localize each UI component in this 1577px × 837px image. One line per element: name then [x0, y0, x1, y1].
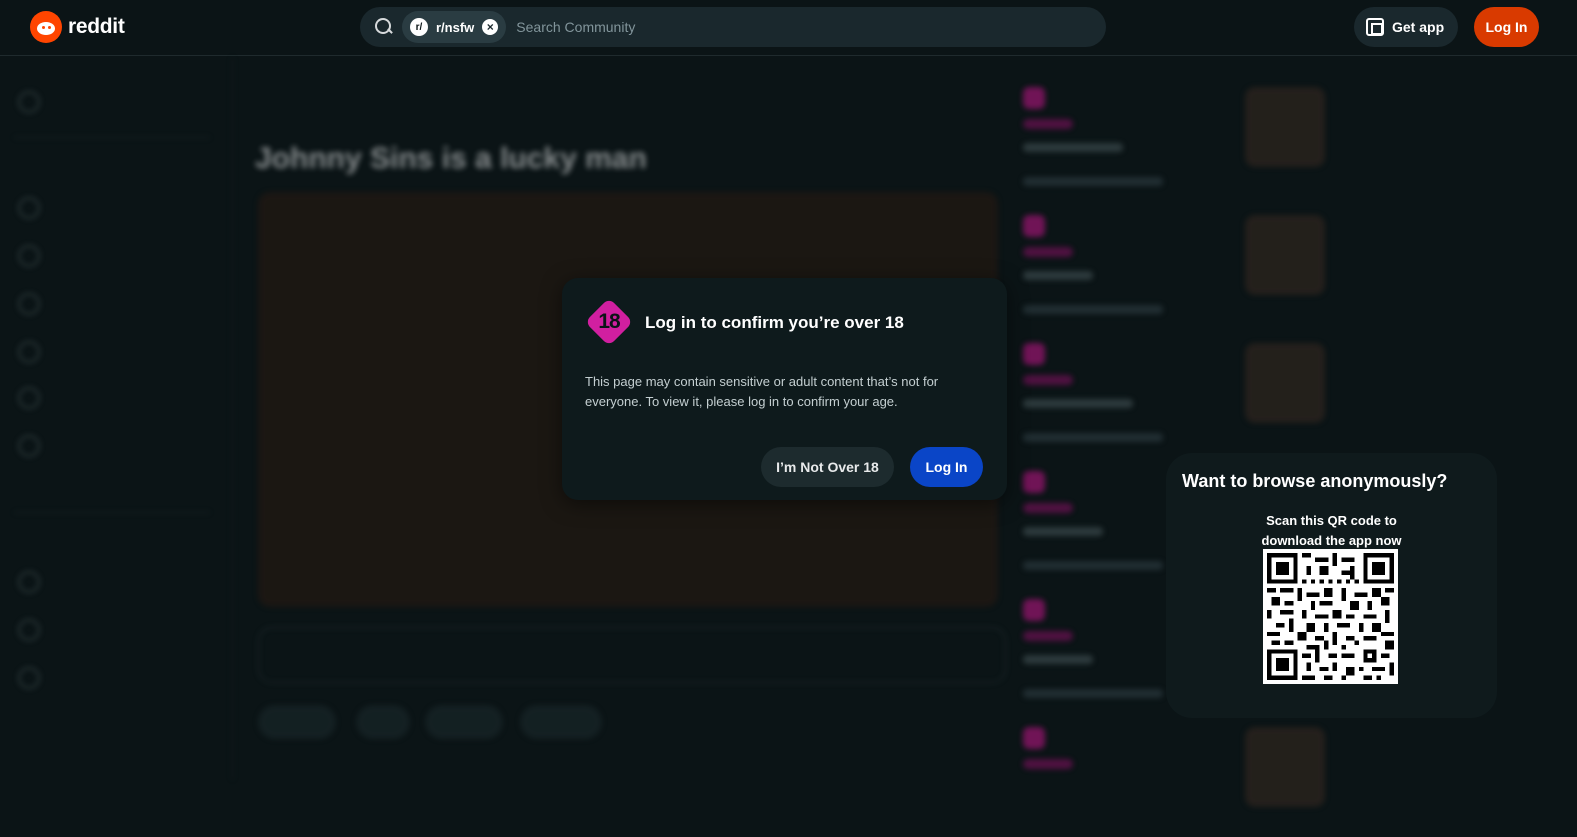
community-chip: r/ r/nsfw × — [402, 11, 507, 43]
qr-code-icon — [1366, 18, 1384, 36]
nsfw-badge-label: 18 — [598, 310, 620, 333]
qr-subtitle-line1: Scan this QR code to — [1266, 513, 1397, 528]
logo-text: reddit — [68, 15, 125, 38]
sidebar-divider — [14, 137, 210, 138]
modal-login-button[interactable]: Log In — [910, 447, 983, 487]
subreddit-icon: r/ — [410, 18, 428, 36]
search-input[interactable] — [516, 19, 1077, 35]
sidebar-item — [18, 341, 118, 363]
feed-card — [1023, 343, 1333, 453]
modal-body: This page may contain sensitive or adult… — [585, 374, 939, 409]
comment-box — [258, 627, 1006, 683]
sidebar-item — [18, 293, 118, 315]
sidebar-item — [18, 387, 118, 409]
search-icon — [374, 17, 394, 37]
sidebar-border — [232, 57, 233, 780]
sidebar-item — [18, 197, 118, 219]
share-button — [425, 705, 503, 739]
qr-subtitle-line2: download the app now — [1261, 533, 1402, 548]
feed-card — [1023, 215, 1333, 325]
sidebar-divider — [14, 512, 210, 513]
vote-button — [258, 705, 336, 739]
feed-card — [1023, 87, 1333, 197]
not-over-18-button[interactable]: I’m Not Over 18 — [761, 447, 894, 487]
browse-anonymously-panel: Want to browse anonymously? Scan this QR… — [1166, 453, 1497, 718]
get-app-button[interactable]: Get app — [1354, 7, 1459, 47]
sidebar-item — [18, 245, 118, 267]
sidebar-item — [18, 619, 118, 641]
modal-title: Log in to confirm you’re over 18 — [645, 313, 904, 332]
community-chip-label: r/nsfw — [436, 19, 475, 35]
comments-button — [356, 705, 410, 739]
close-icon[interactable]: × — [482, 19, 499, 35]
get-app-label: Get app — [1392, 19, 1445, 35]
header-login-button[interactable]: Log In — [1474, 7, 1539, 47]
sidebar-item — [18, 91, 118, 113]
feed-card — [1023, 727, 1333, 837]
reddit-snoo-icon — [30, 11, 62, 43]
qr-panel-title: Want to browse anonymously? — [1182, 471, 1448, 491]
post-title: Johnny Sins is a lucky man — [255, 142, 647, 175]
sidebar-item — [18, 571, 118, 593]
age-confirmation-modal: 18 Log in to confirm you’re over 18 This… — [562, 278, 1007, 500]
top-header: reddit r/ r/nsfw × Get app Log In — [0, 0, 1577, 56]
nsfw-18-icon: 18 — [584, 297, 634, 347]
sidebar-item — [18, 435, 118, 457]
qr-code — [1263, 549, 1398, 684]
sidebar-item — [18, 667, 118, 689]
reddit-logo[interactable]: reddit — [30, 11, 125, 43]
report-button — [520, 705, 602, 739]
search-bar[interactable]: r/ r/nsfw × — [360, 7, 1106, 47]
qr-panel-subtitle: Scan this QR code to download the app no… — [1166, 511, 1497, 551]
